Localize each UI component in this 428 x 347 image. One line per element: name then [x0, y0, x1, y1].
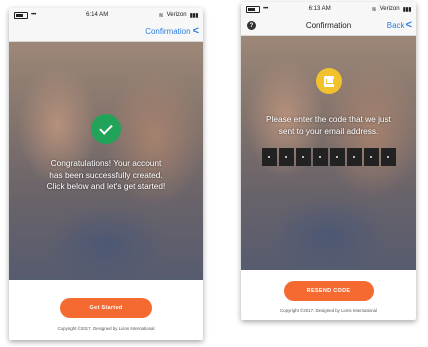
nav-bar: Confirmation < [9, 22, 203, 42]
copyright-text: Copyright ©2017. Designed by Lions Inter… [280, 308, 377, 313]
nav-title: Confirmation [145, 27, 191, 36]
instruction-message: Please enter the code that we just sent … [251, 114, 406, 137]
status-bar: ••• 6:13 AM ≋ Verizon ▮▮▮ [241, 2, 416, 16]
back-button[interactable]: Back < [387, 20, 412, 31]
code-digit-box[interactable] [346, 148, 362, 166]
carrier-label: Verizon [379, 6, 400, 12]
message-line: has been successfully created. [49, 169, 163, 180]
nav-bar: ? Confirmation Back < [241, 16, 416, 36]
carrier-label: Verizon [166, 12, 187, 18]
resend-code-button[interactable]: RESEND CODE [283, 281, 374, 301]
mail-icon [315, 68, 342, 94]
battery-icon [14, 11, 28, 19]
message-line: Please enter the code that we just [266, 114, 391, 124]
message-line: Congratulations! Your account [50, 158, 162, 168]
code-digit-box[interactable] [329, 148, 345, 166]
code-digit-box[interactable] [261, 148, 277, 166]
copyright-text: Copyright ©2017. Designed by Lions Inter… [57, 326, 155, 331]
status-time: 6:13 AM [308, 6, 331, 12]
verification-code-input[interactable] [258, 148, 399, 166]
background-photo: Congratulations! Your account has been s… [9, 42, 203, 280]
success-message: Congratulations! Your account has been s… [19, 158, 193, 193]
status-bar: ••• 6:14 AM ≋ Verizon ▮▮▮ [9, 8, 203, 22]
signal-bars-icon: ▮▮▮ [402, 6, 412, 13]
code-digit-box[interactable] [380, 148, 396, 166]
code-digit-box[interactable] [295, 148, 311, 166]
chevron-left-icon: < [192, 25, 199, 37]
nav-confirmation-link[interactable]: Confirmation < [145, 26, 199, 37]
code-digit-box[interactable] [278, 148, 294, 166]
phone-screen-left: ••• 6:14 AM ≋ Verizon ▮▮▮ Confirmation <… [9, 8, 203, 340]
check-icon [91, 114, 121, 144]
help-icon[interactable]: ? [247, 21, 256, 30]
phone-screen-right: ••• 6:13 AM ≋ Verizon ▮▮▮ ? Confirmation… [241, 2, 416, 320]
get-started-button[interactable]: Get Started [60, 298, 152, 318]
back-label: Back [386, 21, 405, 30]
code-digit-box[interactable] [363, 148, 379, 166]
wifi-icon: ≋ [371, 6, 377, 13]
chevron-left-icon: < [405, 19, 412, 31]
code-digit-box[interactable] [312, 148, 328, 166]
signal-bars-icon: ▮▮▮ [189, 12, 199, 19]
message-line: sent to your email address. [278, 125, 379, 136]
battery-icon [246, 5, 260, 13]
signal-icon: ••• [263, 6, 268, 12]
background-photo: Please enter the code that we just sent … [241, 36, 416, 270]
wifi-icon: ≋ [158, 12, 164, 19]
signal-icon: ••• [31, 12, 36, 18]
status-time: 6:14 AM [86, 12, 109, 18]
message-line: Click below and let's get started! [46, 181, 166, 191]
